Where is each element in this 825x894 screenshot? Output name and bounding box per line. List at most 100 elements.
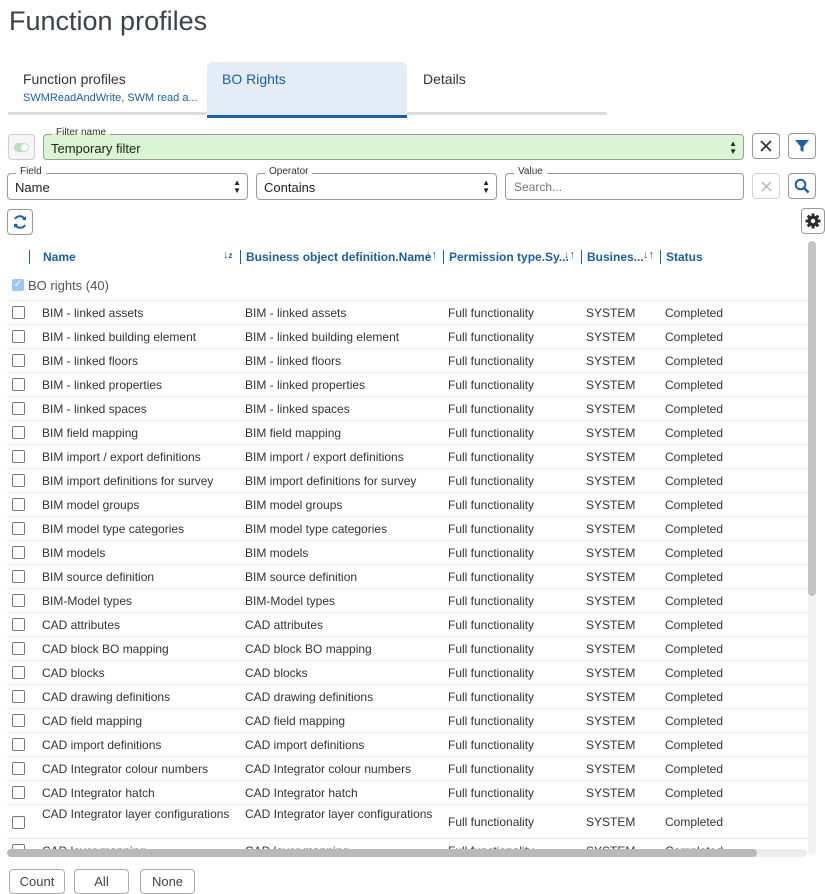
clear-value-button[interactable] <box>752 173 780 199</box>
all-button[interactable]: All <box>74 869 129 894</box>
table-row[interactable]: BIM-Model types BIM-Model types Full funct… <box>7 588 808 612</box>
row-checkbox[interactable] <box>12 618 25 631</box>
table-row[interactable]: CAD block BO mapping CAD block BO mapping… <box>7 636 808 660</box>
cell-perm: Full functionality <box>448 642 535 656</box>
row-checkbox[interactable] <box>12 354 25 367</box>
cell-bus: SYSTEM <box>586 786 636 800</box>
refresh-button[interactable] <box>7 209 33 235</box>
row-checkbox[interactable] <box>12 738 25 751</box>
cell-status: Completed <box>665 762 724 776</box>
sort-icon[interactable]: ↓↑ <box>643 249 654 261</box>
cell-name: BIM - linked spaces <box>42 402 147 416</box>
sort-az-icon[interactable]: ↓z <box>223 249 233 261</box>
row-checkbox[interactable] <box>12 306 25 319</box>
row-checkbox[interactable] <box>12 330 25 343</box>
cell-perm: Full functionality <box>448 498 535 512</box>
cell-bus: SYSTEM <box>586 618 636 632</box>
cell-status: Completed <box>665 522 724 536</box>
cell-bod: BIM import / export definitions <box>245 450 404 464</box>
cell-bus: SYSTEM <box>586 642 636 656</box>
row-checkbox[interactable] <box>12 474 25 487</box>
column-header-status[interactable]: Status <box>666 250 703 264</box>
table-row[interactable]: BIM - linked assets BIM - linked assets Fu… <box>7 300 808 324</box>
table-row[interactable]: BIM models BIM models Full functionality SY… <box>7 540 808 564</box>
filter-name-select[interactable]: Filter name Temporary filter ▲ ▼ <box>43 127 744 160</box>
horizontal-scrollbar[interactable] <box>7 849 807 857</box>
table-row[interactable]: CAD blocks CAD blocks Full functionality SY… <box>7 660 808 684</box>
row-checkbox[interactable] <box>12 450 25 463</box>
tab-details[interactable]: Details <box>408 62 508 115</box>
row-checkbox[interactable] <box>12 594 25 607</box>
row-checkbox[interactable] <box>12 546 25 559</box>
column-header-name[interactable]: Name <box>43 250 76 264</box>
cell-status: Completed <box>665 426 724 440</box>
table-row[interactable]: CAD Integrator colour numbers CAD Integra… <box>7 756 808 780</box>
table-row[interactable]: CAD attributes CAD attributes Full functio… <box>7 612 808 636</box>
table-row[interactable]: BIM source definition BIM source definiti… <box>7 564 808 588</box>
cell-bus: SYSTEM <box>586 330 636 344</box>
tab-bo-rights[interactable]: BO Rights <box>207 62 407 118</box>
table-row[interactable]: BIM - linked properties BIM - linked prop… <box>7 372 808 396</box>
table-row[interactable]: BIM import definitions for survey BIM imp… <box>7 468 808 492</box>
cell-bus: SYSTEM <box>586 594 636 608</box>
row-checkbox[interactable] <box>12 666 25 679</box>
cell-perm: Full functionality <box>448 738 535 752</box>
field-select[interactable]: Field Name ▲ ▼ <box>7 166 248 200</box>
table-row[interactable]: CAD import definitions CAD import definit… <box>7 732 808 756</box>
cell-perm: Full functionality <box>448 306 535 320</box>
operator-select[interactable]: Operator Contains ▲ ▼ <box>256 166 497 200</box>
column-header-bus[interactable]: Busines... <box>587 250 644 264</box>
table-row[interactable]: BIM - linked building element BIM - linke… <box>7 324 808 348</box>
filter-button[interactable] <box>788 133 816 159</box>
row-checkbox[interactable] <box>12 714 25 727</box>
vertical-scrollbar-thumb[interactable] <box>808 241 816 596</box>
row-checkbox[interactable] <box>12 762 25 775</box>
vertical-scrollbar[interactable] <box>808 241 816 855</box>
tab-function-profiles[interactable]: Function profiles SWMReadAndWrite, SWM r… <box>8 62 207 115</box>
cell-bod: CAD blocks <box>245 666 308 680</box>
row-checkbox[interactable] <box>12 426 25 439</box>
column-header-bod[interactable]: Business object definition.Name <box>246 250 431 264</box>
cell-bus: SYSTEM <box>586 354 636 368</box>
row-checkbox[interactable] <box>12 642 25 655</box>
group-checkbox[interactable]: ✓ <box>12 279 24 291</box>
table-row[interactable]: CAD Integrator hatch CAD Integrator hatch… <box>7 780 808 804</box>
cell-bus: SYSTEM <box>586 666 636 680</box>
row-checkbox[interactable] <box>12 522 25 535</box>
search-icon <box>794 178 810 194</box>
row-checkbox[interactable] <box>12 498 25 511</box>
row-checkbox[interactable] <box>12 378 25 391</box>
table-row[interactable]: BIM model type categories BIM model type … <box>7 516 808 540</box>
cell-bus: SYSTEM <box>586 690 636 704</box>
table-row[interactable]: CAD field mapping CAD field mapping Full f… <box>7 708 808 732</box>
row-checkbox[interactable] <box>12 816 25 829</box>
table-row[interactable]: CAD Integrator layer configurations CAD I… <box>7 804 808 838</box>
search-input[interactable] <box>512 179 732 195</box>
cell-bus: SYSTEM <box>586 402 636 416</box>
sort-icon[interactable]: ↓↑ <box>426 249 437 261</box>
table-row[interactable]: BIM - linked spaces BIM - linked spaces Fu… <box>7 396 808 420</box>
cell-name: BIM - linked floors <box>42 354 139 368</box>
table-row[interactable]: BIM model groups BIM model groups Full fun… <box>7 492 808 516</box>
value-field[interactable]: Value <box>505 166 744 200</box>
cell-name: CAD drawing definitions <box>42 690 171 704</box>
row-checkbox[interactable] <box>12 690 25 703</box>
select-arrows-icon: ▲ ▼ <box>729 139 737 156</box>
count-button[interactable]: Count <box>9 869 65 894</box>
table-row[interactable]: CAD drawing definitions CAD drawing defin… <box>7 684 808 708</box>
search-button[interactable] <box>788 173 816 199</box>
cell-perm: Full functionality <box>448 618 535 632</box>
row-checkbox[interactable] <box>12 786 25 799</box>
row-checkbox[interactable] <box>12 402 25 415</box>
clear-filter-button[interactable] <box>752 133 780 159</box>
horizontal-scrollbar-thumb[interactable] <box>7 849 757 857</box>
sort-icon[interactable]: ↓↑ <box>564 249 575 261</box>
table-row[interactable]: BIM field mapping BIM field mapping Full f… <box>7 420 808 444</box>
table-row[interactable]: BIM - linked floors BIM - linked floors Fu… <box>7 348 808 372</box>
row-checkbox[interactable] <box>12 570 25 583</box>
table-row[interactable]: BIM import / export definitions BIM impor… <box>7 444 808 468</box>
filter-toggle[interactable] <box>8 134 35 160</box>
settings-button[interactable] <box>801 208 825 234</box>
none-button[interactable]: None <box>140 869 195 894</box>
column-header-perm[interactable]: Permission type.Sy... <box>449 250 569 264</box>
